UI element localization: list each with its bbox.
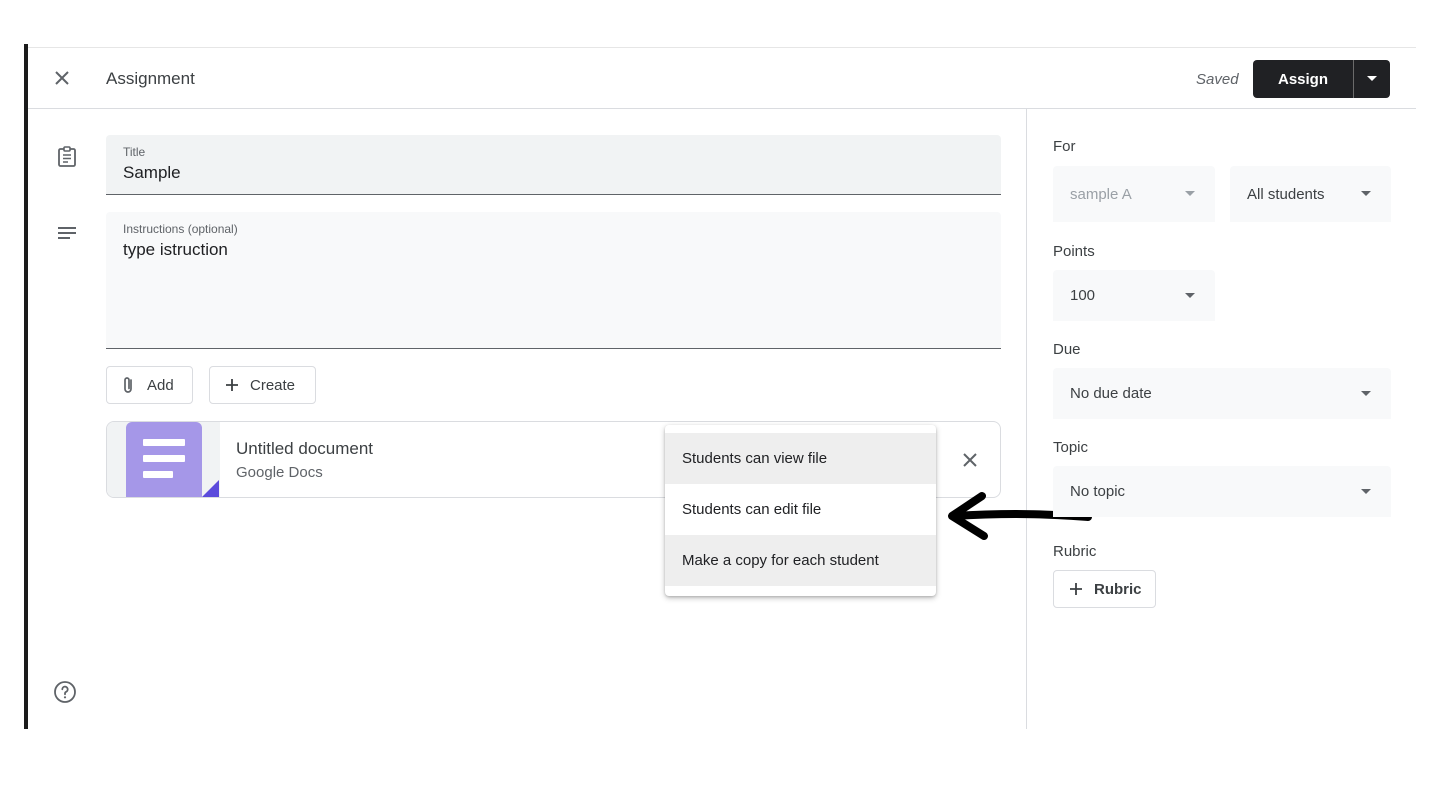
topic-select-value: No topic [1070,483,1126,500]
assignment-icon [55,145,79,169]
assign-button[interactable]: Assign [1253,60,1353,98]
share-options-menu: Students can view file Students can edit… [665,425,936,596]
paperclip-icon [124,377,132,393]
class-select-value: sample A [1070,185,1132,203]
add-rubric-label: Rubric [1094,580,1142,598]
attachment-name[interactable]: Untitled document [236,439,373,459]
class-select: sample A [1053,166,1215,222]
menu-item-edit[interactable]: Students can edit file [665,484,936,535]
title-input[interactable]: Sample [123,163,181,183]
create-button-label: Create [250,376,296,394]
chevron-down-icon [1367,76,1377,81]
notes-icon [55,222,79,246]
topic-select[interactable]: No topic [1053,466,1391,517]
topic-label: Topic [1053,439,1089,456]
save-status: Saved [1196,71,1239,88]
help-icon[interactable] [53,680,77,704]
instructions-field[interactable]: Instructions (optional) type istruction [106,212,1001,349]
chevron-down-icon [1361,488,1371,494]
assign-options-button[interactable] [1354,60,1390,98]
due-date-select-value: No due date [1070,385,1152,402]
points-label: Points [1053,243,1095,260]
students-select-value: All students [1247,185,1325,203]
rubric-label: Rubric [1053,543,1097,560]
points-select-value: 100 [1070,287,1096,304]
title-label: Title [123,145,146,159]
doc-corner-fold [202,480,219,497]
add-button-label: Add [147,376,174,394]
points-select[interactable]: 100 [1053,270,1215,321]
students-select[interactable]: All students [1230,166,1391,222]
title-field[interactable]: Title Sample [106,135,1001,195]
instructions-input[interactable]: type istruction [123,240,228,260]
chevron-down-icon [1185,292,1195,298]
sidebar-divider [1026,109,1027,729]
due-label: Due [1053,341,1081,358]
menu-item-copy[interactable]: Make a copy for each student [665,535,936,586]
header-bar: Assignment Saved Assign [28,48,1416,109]
menu-item-view[interactable]: Students can view file [665,433,936,484]
plus-icon [1070,583,1082,595]
close-icon [963,453,977,467]
plus-icon [226,379,238,391]
for-label: For [1053,138,1076,155]
page-title: Assignment [106,69,195,88]
google-docs-icon [126,422,202,497]
doc-line [143,439,185,446]
add-rubric-button[interactable]: Rubric [1053,570,1156,608]
chevron-down-icon [1361,390,1371,396]
doc-line [143,471,173,478]
chevron-down-icon [1361,191,1371,196]
remove-attachment-button[interactable] [958,448,982,472]
due-date-select[interactable]: No due date [1053,368,1391,419]
chevron-down-icon [1185,191,1195,196]
instructions-label: Instructions (optional) [123,222,238,236]
doc-line [143,455,185,462]
create-button[interactable]: Create [209,366,316,404]
left-border [24,44,28,729]
attachment-type: Google Docs [236,464,323,481]
close-icon[interactable] [50,66,74,90]
add-button[interactable]: Add [106,366,193,404]
